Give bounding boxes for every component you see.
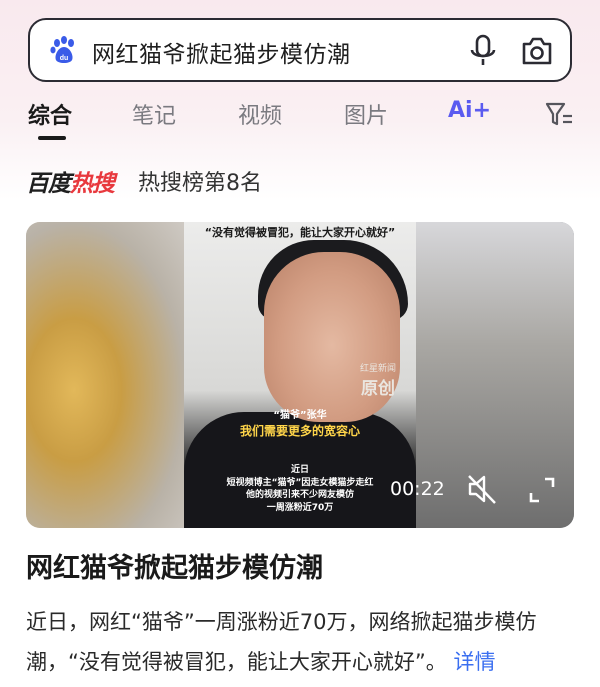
hot-rank-label: 热搜榜第8名 xyxy=(138,171,262,196)
search-bar[interactable]: du 网红猫爷掀起猫步模仿潮 xyxy=(28,18,572,82)
video-subtitle: 我们需要更多的宽容心 xyxy=(239,424,360,438)
microphone-icon[interactable] xyxy=(468,34,498,68)
article-title[interactable]: 网红猫爷掀起猫步模仿潮 xyxy=(26,546,323,585)
tab-bar: 综合 笔记 视频 图片 Ai+ xyxy=(0,92,600,142)
svg-text:du: du xyxy=(60,55,69,62)
video-caption-top: “没有觉得被冒犯，能让大家开心就好” xyxy=(204,226,396,239)
video-speaker-label: “猫爷”张华 xyxy=(273,410,327,421)
filter-icon[interactable] xyxy=(544,100,574,128)
video-frame: “没有觉得被冒犯，能让大家开心就好” 红星新闻 原创 “猫爷”张华 我们需要更多… xyxy=(184,222,416,528)
active-tab-indicator xyxy=(38,136,66,140)
tab-all[interactable]: 综合 xyxy=(28,98,72,130)
fullscreen-icon[interactable] xyxy=(528,476,556,504)
tab-images[interactable]: 图片 xyxy=(344,98,388,130)
baidu-paw-icon[interactable]: du xyxy=(48,34,80,66)
tab-notes[interactable]: 笔记 xyxy=(132,98,176,130)
baidu-hot-logo: 百度热搜 xyxy=(26,171,115,197)
video-caption-bottom: 近日 短视频博主“猫爷”因走女模猫步走红 他的视频引来不少网友模仿 一周涨粉近7… xyxy=(226,465,374,513)
video-player[interactable]: “没有觉得被冒犯，能让大家开心就好” 红星新闻 原创 “猫爷”张华 我们需要更多… xyxy=(26,222,574,528)
article-summary: 近日，网红“猫爷”一周涨粉近70万，网络掀起猫步模仿潮，“没有觉得被冒犯，能让大… xyxy=(26,610,537,674)
video-blur-left xyxy=(26,222,186,528)
video-duration: 00:22 xyxy=(390,478,445,500)
video-watermark: 红星新闻 原创 xyxy=(360,364,397,400)
search-input[interactable]: 网红猫爷掀起猫步模仿潮 xyxy=(92,35,351,69)
camera-icon[interactable] xyxy=(520,34,554,68)
details-link[interactable]: 详情 xyxy=(453,650,495,674)
tab-ai[interactable]: Ai+ xyxy=(448,98,491,123)
tab-videos[interactable]: 视频 xyxy=(238,98,282,130)
mute-icon[interactable] xyxy=(466,472,498,506)
